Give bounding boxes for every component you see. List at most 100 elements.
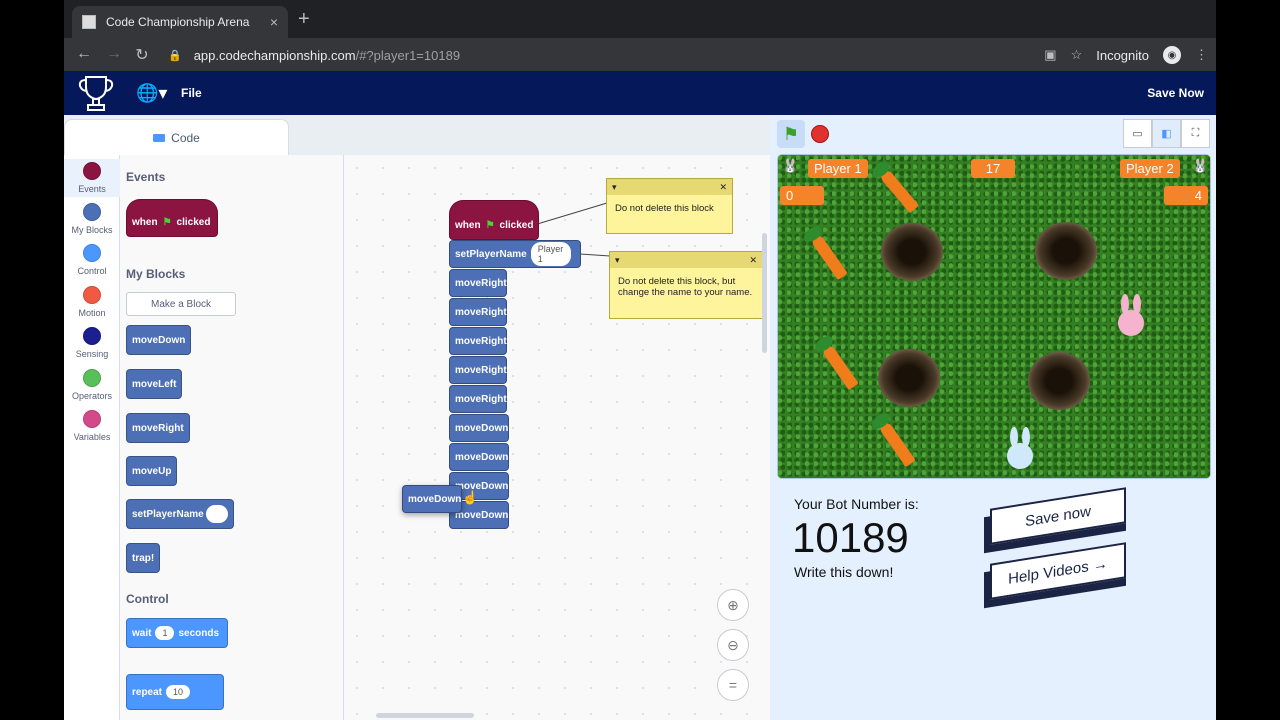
block-text: wait bbox=[132, 627, 152, 639]
category-events[interactable]: Events bbox=[64, 159, 120, 197]
script-workspace[interactable]: when ⚑ clicked setPlayerName Player 1 mo… bbox=[344, 155, 770, 720]
save-now-button[interactable]: Save now bbox=[984, 487, 1126, 554]
help-videos-button[interactable]: Help Videos → bbox=[984, 542, 1126, 609]
green-flag-button[interactable]: ⚑ bbox=[777, 120, 805, 148]
move-right-block[interactable]: moveRight bbox=[126, 413, 190, 443]
player-name-input[interactable]: Player 1 bbox=[530, 242, 571, 266]
move-left-block[interactable]: moveLeft bbox=[126, 369, 183, 399]
game-stage[interactable]: 🐰 Player 1 0 17 Player 2 🐰 4 bbox=[777, 154, 1211, 479]
category-sensing[interactable]: Sensing bbox=[64, 327, 120, 359]
menu-kebab-icon[interactable]: ⋮ bbox=[1195, 47, 1208, 63]
zoom-in-icon[interactable]: ⊕ bbox=[717, 589, 749, 621]
workspace-h-scrollbar[interactable] bbox=[376, 713, 474, 718]
dragging-block[interactable]: moveDown bbox=[402, 485, 462, 513]
category-label: My Blocks bbox=[71, 225, 113, 235]
category-label: Motion bbox=[78, 308, 106, 318]
my-blocks-heading: My Blocks bbox=[126, 267, 186, 281]
control-heading: Control bbox=[126, 592, 169, 606]
note-text[interactable]: Do not delete this block bbox=[607, 195, 732, 222]
back-arrow-icon[interactable]: ← bbox=[70, 45, 98, 63]
player2-label: Player 2 bbox=[1120, 159, 1180, 178]
pink-bunny-icon bbox=[1118, 294, 1144, 336]
set-player-name-script-block[interactable]: setPlayerName Player 1 bbox=[449, 240, 581, 268]
zoom-out-icon[interactable]: ⊖ bbox=[717, 629, 749, 661]
block-text: repeat bbox=[132, 686, 163, 698]
stage-panel: ⚑ ▭ ◧ ⛶ 🐰 Player 1 0 17 Player 2 🐰 4 You… bbox=[770, 115, 1216, 720]
when-flag-clicked-script-block[interactable]: when ⚑ clicked bbox=[449, 200, 539, 240]
set-player-name-block[interactable]: setPlayerName bbox=[126, 499, 234, 529]
code-editor: Code Events My Blocks Control Motion Sen… bbox=[64, 115, 770, 720]
incognito-icon[interactable]: ◉ bbox=[1163, 46, 1181, 64]
comment-note-1[interactable]: ▾ ✕ Do not delete this block bbox=[606, 178, 733, 234]
category-menu: Events My Blocks Control Motion Sensing … bbox=[64, 155, 120, 720]
note-text[interactable]: Do not delete this block, but change the… bbox=[610, 268, 762, 306]
category-motion[interactable]: Motion bbox=[64, 286, 120, 318]
script-block[interactable]: moveRight bbox=[449, 356, 507, 384]
write-down-text: Write this down! bbox=[794, 564, 894, 580]
tab-close-icon[interactable]: × bbox=[270, 14, 278, 30]
file-menu[interactable]: File bbox=[181, 86, 202, 100]
hand-cursor-icon: ☝ bbox=[462, 490, 479, 505]
category-variables[interactable]: Variables bbox=[64, 410, 120, 442]
move-down-block[interactable]: moveDown bbox=[126, 325, 192, 355]
block-text: seconds bbox=[178, 627, 220, 639]
url-field[interactable]: 🔒 app.codechampionship.com/#?player1=101… bbox=[168, 42, 1168, 68]
language-globe-icon[interactable]: 🌐▾ bbox=[136, 83, 167, 104]
tab-code[interactable]: Code bbox=[64, 119, 289, 155]
comment-note-2[interactable]: ▾ ✕ Do not delete this block, but change… bbox=[609, 251, 763, 319]
browser-tab-bar: Code Championship Arena × + bbox=[64, 0, 1216, 38]
browser-tab[interactable]: Code Championship Arena × bbox=[72, 6, 288, 38]
new-tab-button[interactable]: + bbox=[298, 9, 310, 29]
screen: Code Championship Arena × + ← → ↻ 🔒 app.… bbox=[64, 0, 1216, 720]
script-block[interactable]: moveRight bbox=[449, 385, 507, 413]
save-now-link[interactable]: Save Now bbox=[1147, 86, 1204, 100]
script-block[interactable]: moveDown bbox=[449, 414, 509, 442]
wait-seconds-block[interactable]: wait 1 seconds bbox=[126, 618, 228, 648]
make-a-block-button[interactable]: Make a Block bbox=[126, 292, 236, 316]
wait-value-input[interactable]: 1 bbox=[155, 626, 175, 640]
script-block[interactable]: moveRight bbox=[449, 298, 507, 326]
repeat-value-input[interactable]: 10 bbox=[166, 685, 191, 699]
incognito-label: Incognito bbox=[1096, 47, 1149, 63]
url-host: app.codechampionship.com bbox=[193, 47, 356, 63]
trophy-logo-icon[interactable] bbox=[76, 73, 116, 113]
reload-icon[interactable]: ↻ bbox=[128, 45, 156, 65]
close-icon[interactable]: ✕ bbox=[719, 182, 727, 193]
category-label: Sensing bbox=[75, 349, 109, 359]
block-text: when bbox=[132, 216, 158, 228]
trap-block[interactable]: trap! bbox=[126, 543, 161, 573]
hole bbox=[878, 349, 940, 407]
stage-size-controls: ▭ ◧ ⛶ bbox=[1123, 119, 1210, 148]
close-icon[interactable]: ✕ bbox=[749, 255, 757, 266]
stop-button[interactable] bbox=[811, 125, 829, 143]
repeat-block[interactable]: repeat 10 bbox=[126, 674, 224, 710]
script-block[interactable]: moveRight bbox=[449, 269, 507, 297]
when-flag-clicked-block[interactable]: when ⚑ clicked bbox=[126, 199, 218, 237]
address-bar: ← → ↻ 🔒 app.codechampionship.com/#?playe… bbox=[64, 38, 1216, 71]
bookmark-star-icon[interactable]: ☆ bbox=[1071, 47, 1083, 63]
note-header: ▾ ✕ bbox=[610, 252, 762, 268]
player1-bunny-icon: 🐰 bbox=[782, 158, 799, 173]
zoom-reset-icon[interactable]: = bbox=[717, 669, 749, 701]
camera-blocked-icon[interactable]: ▣ bbox=[1044, 47, 1056, 63]
small-stage-icon[interactable]: ▭ bbox=[1123, 119, 1152, 148]
collapse-triangle-icon[interactable]: ▾ bbox=[615, 255, 620, 266]
name-input-slot[interactable] bbox=[206, 505, 228, 523]
app-header: 🌐▾ File Save Now bbox=[64, 71, 1216, 115]
workspace-v-scrollbar[interactable] bbox=[762, 233, 767, 353]
forward-arrow-icon[interactable]: → bbox=[100, 45, 128, 63]
fullscreen-icon[interactable]: ⛶ bbox=[1181, 119, 1210, 148]
move-up-block[interactable]: moveUp bbox=[126, 456, 178, 486]
control-dot-icon bbox=[83, 244, 101, 262]
script-block[interactable]: moveRight bbox=[449, 327, 507, 355]
green-flag-icon: ⚑ bbox=[782, 123, 800, 144]
script-block[interactable]: moveDown bbox=[449, 443, 509, 471]
category-my-blocks[interactable]: My Blocks bbox=[64, 203, 120, 235]
collapse-triangle-icon[interactable]: ▾ bbox=[612, 182, 617, 193]
large-stage-icon[interactable]: ◧ bbox=[1152, 119, 1181, 148]
block-text: setPlayerName bbox=[132, 508, 204, 520]
browser-right-controls: ▣ ☆ Incognito ◉ ⋮ bbox=[1044, 46, 1208, 64]
category-operators[interactable]: Operators bbox=[64, 369, 120, 401]
category-control[interactable]: Control bbox=[64, 244, 120, 276]
bot-number-label: Your Bot Number is: bbox=[794, 496, 919, 512]
